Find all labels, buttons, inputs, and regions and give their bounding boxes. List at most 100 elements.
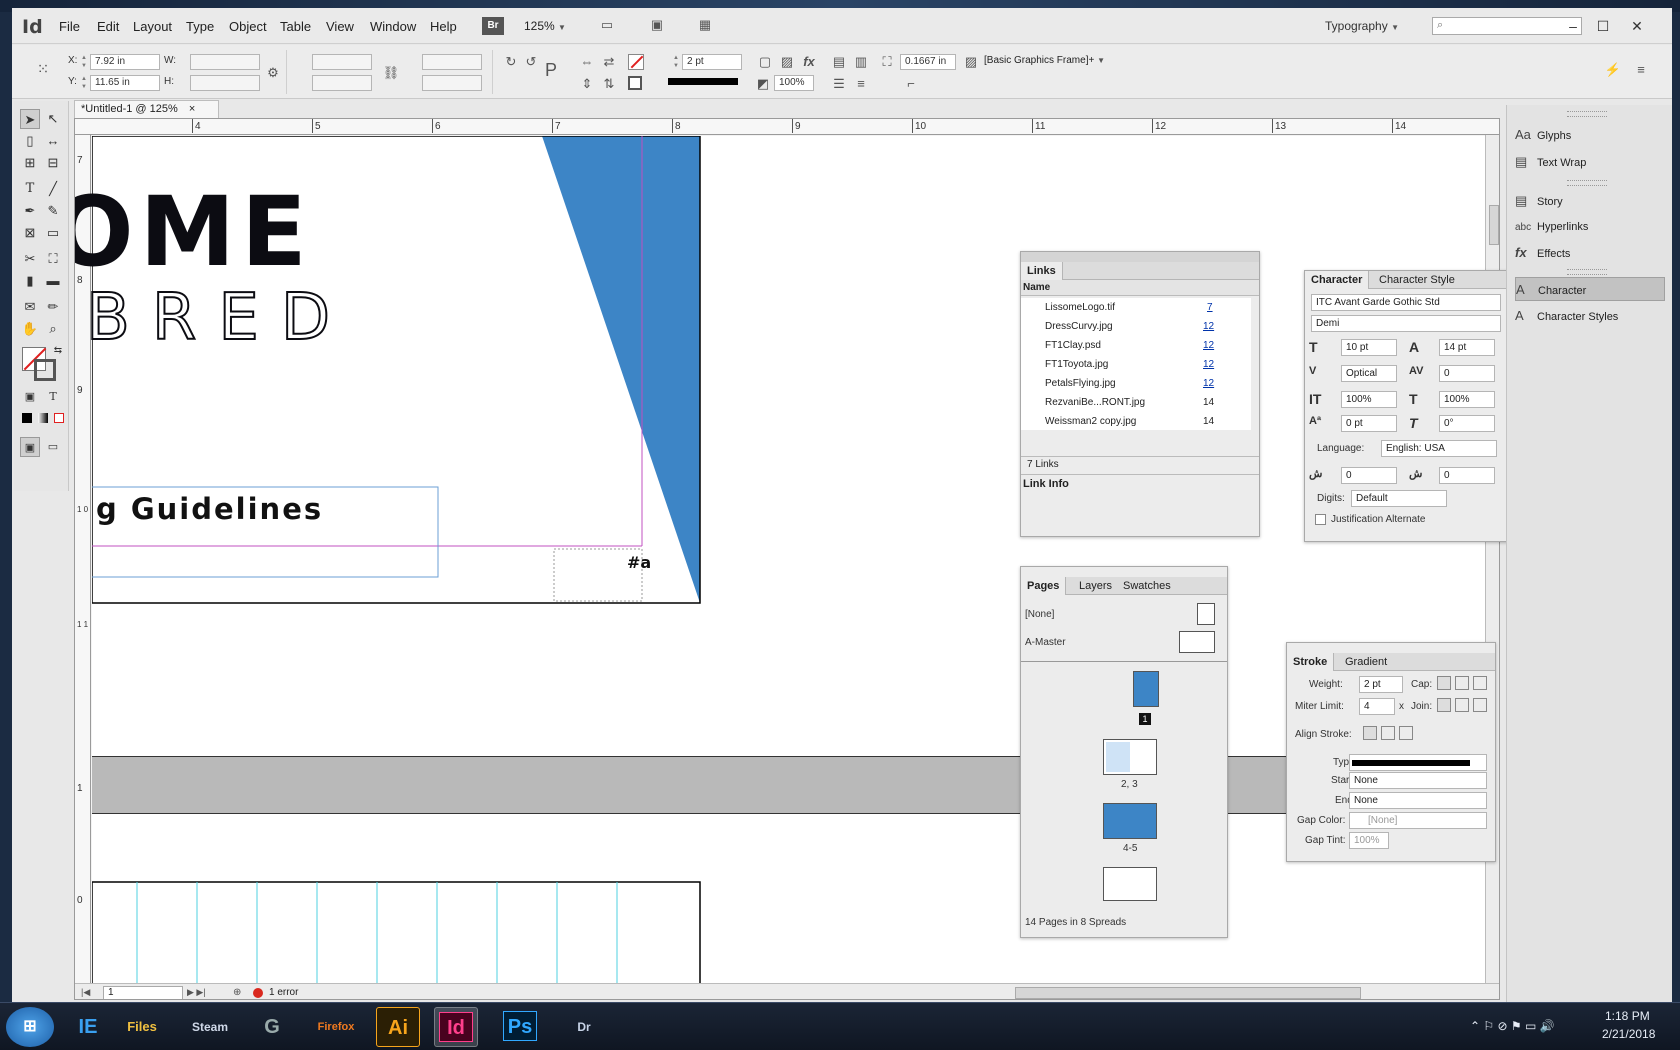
list-item[interactable]: Weissman2 copy.jpg 14 [1027,412,1247,431]
formatting-text-icon[interactable]: T [43,387,63,407]
open-page-icon[interactable]: ⊕ [233,987,241,998]
rotate-ccw-icon[interactable]: ↺ [522,53,540,71]
shear-field[interactable] [422,75,482,91]
stroke-swatch[interactable] [628,76,642,90]
digits-dropdown[interactable]: Default [1351,490,1447,507]
taskbar-g-app[interactable]: G [250,1007,294,1047]
taskbar-photoshop[interactable]: Ps [498,1007,542,1047]
scale-y-field[interactable] [312,75,372,91]
fitting-offset-field[interactable]: 0.1667 in [900,54,956,70]
rectangle-tool-icon[interactable]: ▭ [43,223,63,243]
vertical-scroll-thumb[interactable] [1489,205,1499,245]
menu-edit[interactable]: Edit [97,19,119,34]
menu-help[interactable]: Help [430,19,457,34]
content-placer-icon[interactable]: ⊟ [43,153,63,173]
panel-titlebar[interactable] [1021,252,1259,262]
page-1-thumb[interactable] [1133,671,1159,707]
start-button[interactable]: ⊞ [6,1007,54,1047]
align-center-button[interactable] [1363,726,1377,740]
kerning-field[interactable]: Optical [1341,365,1397,382]
screen-mode-icon[interactable]: ▣ [648,16,666,34]
none-master-thumb[interactable] [1197,603,1215,625]
font-family-dropdown[interactable]: ITC Avant Garde Gothic Std [1311,294,1501,311]
miter-join-button[interactable] [1437,698,1451,712]
align-inside-button[interactable] [1381,726,1395,740]
leading-field[interactable]: 14 pt [1439,339,1495,356]
menu-layout[interactable]: Layout [133,19,172,34]
quick-apply-icon[interactable]: ⚡ [1604,61,1622,79]
wrap-bounding-icon[interactable]: ▥ [852,53,870,71]
stroke-type-preview[interactable] [668,78,738,85]
tab-character[interactable]: Character [1305,271,1370,289]
workspace-switcher[interactable]: Typography ▼ [1325,19,1399,33]
weight-field[interactable]: 2 pt [1359,676,1403,693]
tab-layers[interactable]: Layers [1073,577,1118,595]
flip-horizontal-icon[interactable]: ⇔ [578,53,596,71]
baseline-shift-field[interactable]: 0 pt [1341,415,1397,432]
horizontal-ruler[interactable]: 4 5 6 7 8 9 10 11 12 13 14 [75,119,1499,135]
link-page[interactable]: 12 [1203,317,1214,336]
menu-window[interactable]: Window [370,19,416,34]
effects-icon[interactable]: fx [800,53,818,71]
note-tool-icon[interactable]: ✉ [20,297,40,317]
paragraph-icon[interactable]: P [542,61,560,79]
normal-view-icon[interactable]: ▣ [20,437,40,457]
font-style-dropdown[interactable]: Demi [1311,315,1501,332]
dock-item-effects[interactable]: fx Effects [1515,241,1665,265]
select-content-icon[interactable]: ⇅ [600,75,618,93]
error-count[interactable]: 1 error [269,987,298,998]
menu-object[interactable]: Object [229,19,267,34]
clock-time[interactable]: 1:18 PM [1605,1009,1650,1023]
apply-gradient-swatch[interactable] [38,413,48,423]
free-transform-tool-icon[interactable]: ⛶ [43,249,63,269]
pencil-tool-icon[interactable]: ✎ [43,201,63,221]
page-canvas[interactable]: OME BRED g Guidelines #a [75,136,1499,999]
apply-none-swatch[interactable] [54,413,64,423]
dock-item-character-styles[interactable]: A Character Styles [1515,304,1665,328]
type-tool-icon[interactable]: T [20,179,40,199]
scissors-tool-icon[interactable]: ✂ [20,249,40,269]
wrap-none-icon[interactable]: ▤ [830,53,848,71]
list-item[interactable]: FT1Clay.psd 12 [1027,336,1247,355]
horizontal-scale-field[interactable]: 100% [1439,391,1495,408]
fill-swatch[interactable] [628,54,644,70]
link-page[interactable]: 12 [1203,374,1214,393]
spread-2-3-thumb[interactable] [1103,739,1157,775]
tab-links[interactable]: Links [1021,262,1063,280]
dock-item-glyphs[interactable]: Aa Glyphs [1515,123,1665,147]
taskbar-steam[interactable]: Steam [188,1007,232,1047]
list-item[interactable]: RezvaniBe...RONT.jpg 14 [1027,393,1247,412]
justification-checkbox[interactable] [1315,514,1326,525]
taskbar-firefox[interactable]: Firefox [314,1007,358,1047]
projecting-cap-button[interactable] [1473,676,1487,690]
first-page-icon[interactable]: |◀ [81,987,90,998]
a-master[interactable]: A-Master [1025,637,1066,648]
dock-item-text-wrap[interactable]: ▤ Text Wrap [1515,150,1665,174]
list-item[interactable]: FT1Toyota.jpg 12 [1027,355,1247,374]
dock-grip[interactable] [1567,269,1607,275]
direct-selection-tool-icon[interactable]: ↖ [43,109,63,129]
language-dropdown[interactable]: English: USA [1381,440,1497,457]
panel-menu-icon[interactable]: ≡ [1632,61,1650,79]
minimize-button[interactable]: – [1558,14,1588,38]
flip-vertical-icon[interactable]: ⇕ [578,75,596,93]
horizontal-scrollbar[interactable] [1015,987,1361,999]
hand-tool-icon[interactable]: ✋ [20,319,40,339]
tracking-field[interactable]: 0 [1439,365,1495,382]
next-page-icon[interactable]: ▶ ▶| [187,987,206,998]
tab-swatches[interactable]: Swatches [1117,577,1177,595]
dock-item-character[interactable]: A Character [1515,277,1665,301]
list-item[interactable]: PetalsFlying.jpg 12 [1027,374,1247,393]
corner-options-icon[interactable]: ⌐ [902,75,920,93]
document-tab[interactable]: *Untitled-1 @ 125% × [74,100,219,118]
stroke-weight-field[interactable]: 2 pt [682,54,742,70]
align-outside-button[interactable] [1399,726,1413,740]
menu-type[interactable]: Type [186,19,214,34]
bevel-join-button[interactable] [1473,698,1487,712]
rectangle-frame-tool-icon[interactable]: ⊠ [20,223,40,243]
h-field[interactable] [190,75,260,91]
menu-table[interactable]: Table [280,19,311,34]
round-join-button[interactable] [1455,698,1469,712]
formatting-container-icon[interactable]: ▣ [20,387,40,407]
tab-gradient[interactable]: Gradient [1339,653,1393,671]
